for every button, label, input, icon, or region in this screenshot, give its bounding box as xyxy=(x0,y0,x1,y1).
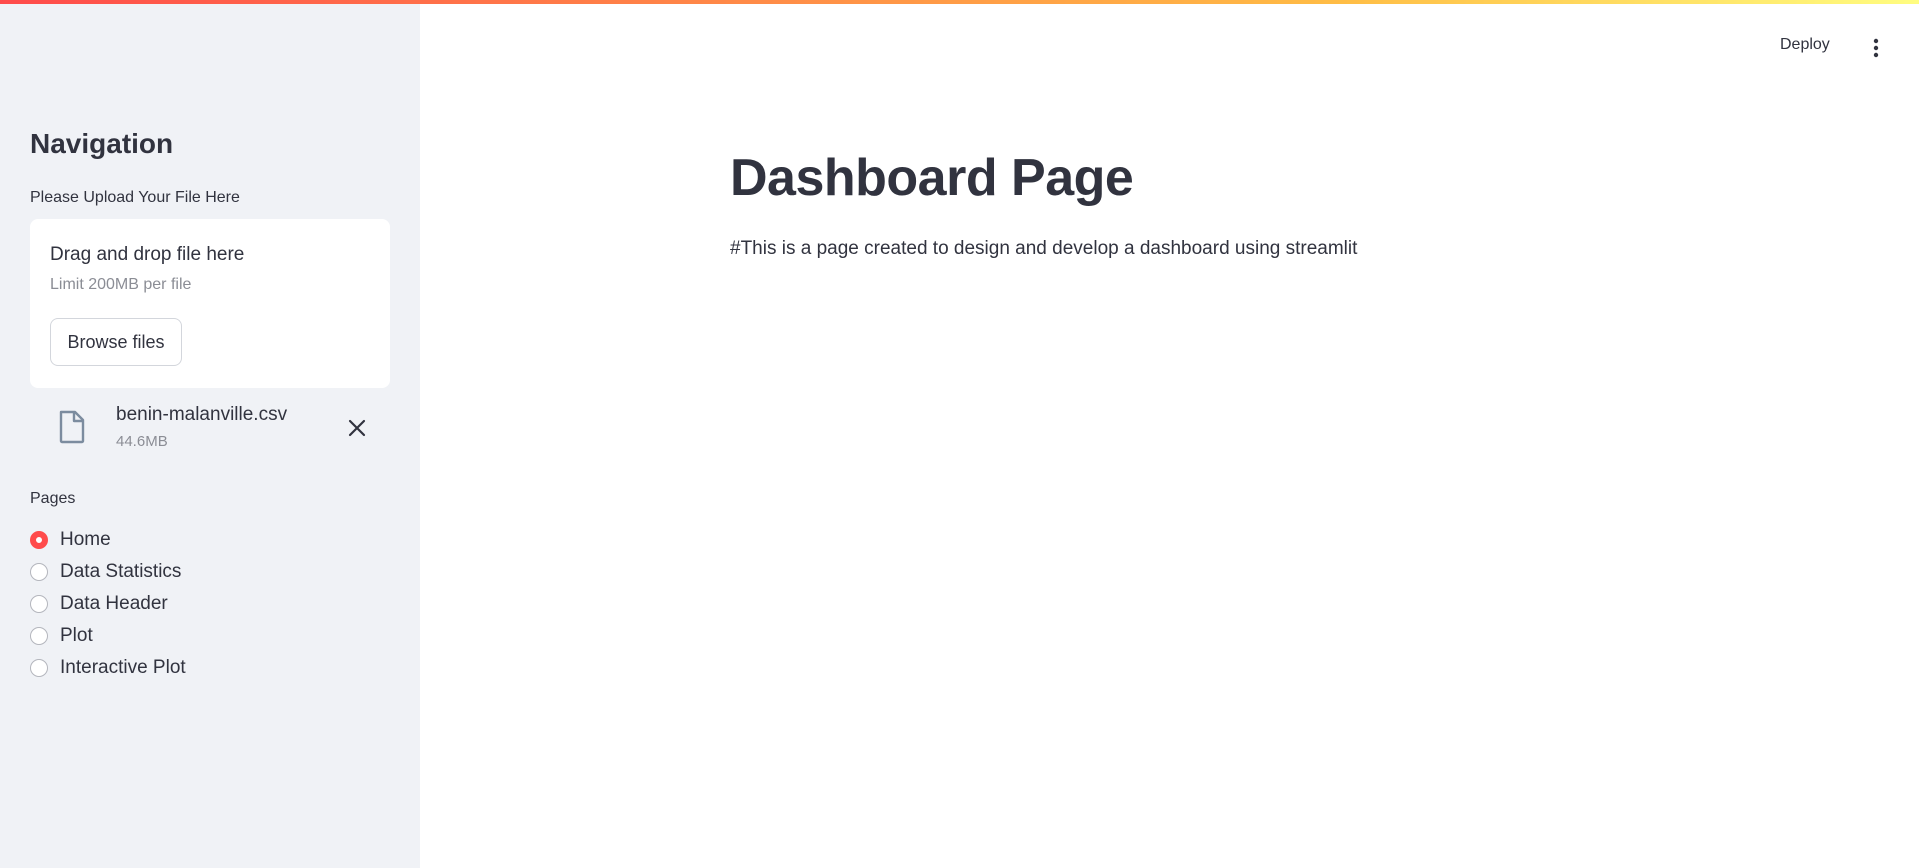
sidebar: Navigation Please Upload Your File Here … xyxy=(0,0,420,868)
file-size: 44.6MB xyxy=(116,433,168,450)
radio-label: Data Header xyxy=(60,593,168,614)
radio-label: Plot xyxy=(60,625,93,646)
radio-button[interactable] xyxy=(30,659,48,677)
file-icon xyxy=(58,410,86,444)
radio-label: Data Statistics xyxy=(60,561,182,582)
radio-button[interactable] xyxy=(30,627,48,645)
radio-option-data-statistics[interactable]: Data Statistics xyxy=(30,556,186,588)
radio-button[interactable] xyxy=(30,563,48,581)
close-icon[interactable] xyxy=(345,416,369,440)
radio-button[interactable] xyxy=(30,595,48,613)
page-description: #This is a page created to design and de… xyxy=(730,238,1358,259)
file-dropzone[interactable]: Drag and drop file here Limit 200MB per … xyxy=(30,219,390,388)
radio-option-interactive-plot[interactable]: Interactive Plot xyxy=(30,652,186,684)
sidebar-title: Navigation xyxy=(30,128,174,159)
pages-radio-group: Home Data Statistics Data Header Plot In… xyxy=(30,524,186,684)
top-decoration-bar xyxy=(0,0,1919,4)
pages-label: Pages xyxy=(30,490,76,507)
radio-option-plot[interactable]: Plot xyxy=(30,620,186,652)
page-title: Dashboard Page xyxy=(730,149,1134,207)
file-name: benin-malanville.csv xyxy=(116,404,288,425)
radio-option-home[interactable]: Home xyxy=(30,524,186,556)
uploaded-file: benin-malanville.csv 44.6MB xyxy=(30,400,390,456)
radio-label: Interactive Plot xyxy=(60,657,186,678)
radio-label: Home xyxy=(60,529,111,550)
main-content: Deploy Dashboard Page #This is a page cr… xyxy=(420,0,1919,868)
upload-label: Please Upload Your File Here xyxy=(30,189,240,206)
dropzone-limit: Limit 200MB per file xyxy=(50,276,192,293)
vertical-dots-icon[interactable] xyxy=(1866,36,1886,60)
radio-option-data-header[interactable]: Data Header xyxy=(30,588,186,620)
dropzone-title: Drag and drop file here xyxy=(50,244,245,265)
deploy-button[interactable]: Deploy xyxy=(1780,36,1830,54)
radio-button-checked[interactable] xyxy=(30,531,48,549)
browse-files-button[interactable]: Browse files xyxy=(50,318,182,366)
